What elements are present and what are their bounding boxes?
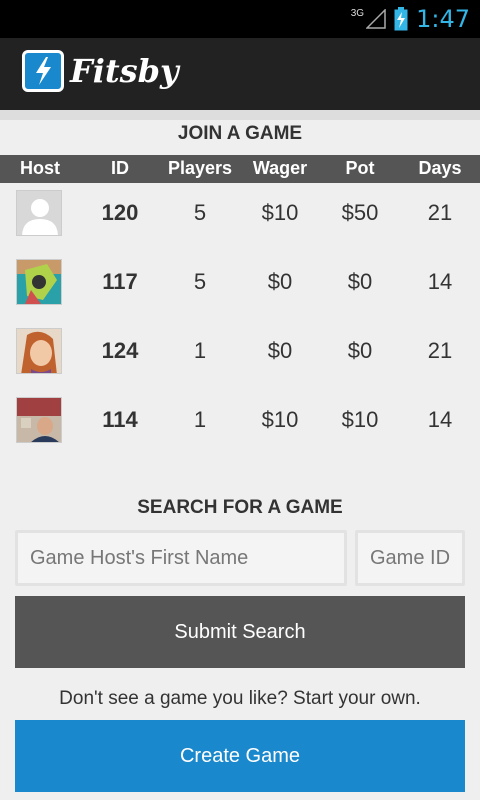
join-game-heading: JOIN A GAME bbox=[177, 123, 303, 144]
lightning-bolt-icon bbox=[36, 57, 51, 85]
create-game-button[interactable]: Create Game bbox=[15, 720, 465, 792]
app-title: Fitsby bbox=[70, 52, 179, 90]
game-players: 1 bbox=[193, 338, 207, 363]
game-row[interactable]: 114 1 $10 $10 14 bbox=[0, 397, 480, 459]
host-avatar-default bbox=[16, 190, 62, 236]
host-photo-image bbox=[17, 329, 61, 373]
battery-charging-icon bbox=[394, 7, 408, 31]
column-host: Host bbox=[20, 158, 60, 178]
game-pot: $0 bbox=[347, 338, 373, 363]
host-avatar-photo bbox=[16, 328, 62, 374]
game-wager: $10 bbox=[261, 200, 299, 225]
host-name-field-wrapper bbox=[15, 530, 347, 586]
column-wager: Wager bbox=[252, 158, 308, 178]
game-days: 21 bbox=[427, 338, 453, 363]
column-days: Days bbox=[418, 158, 462, 178]
header-divider bbox=[0, 110, 480, 120]
game-wager: $10 bbox=[261, 407, 299, 432]
game-wager: $0 bbox=[267, 269, 293, 294]
game-players: 5 bbox=[193, 200, 207, 225]
app-logo-icon[interactable] bbox=[22, 50, 64, 92]
game-id: 117 bbox=[102, 269, 138, 294]
host-avatar-photo bbox=[16, 259, 62, 305]
submit-search-button[interactable]: Submit Search bbox=[15, 596, 465, 668]
game-row[interactable]: 124 1 $0 $0 21 bbox=[0, 328, 480, 390]
search-game-heading: SEARCH FOR A GAME bbox=[137, 497, 343, 518]
column-pot: Pot bbox=[345, 158, 375, 178]
game-days: 14 bbox=[427, 269, 453, 294]
clock: 1:47 bbox=[416, 5, 470, 33]
create-game-prompt: Don't see a game you like? Start your ow… bbox=[59, 688, 421, 709]
game-wager: $0 bbox=[267, 338, 293, 363]
host-avatar-photo bbox=[16, 397, 62, 443]
game-id-input[interactable] bbox=[358, 533, 462, 583]
host-photo-image bbox=[17, 398, 61, 442]
host-name-input[interactable] bbox=[18, 533, 344, 583]
game-players: 5 bbox=[193, 269, 207, 294]
signal-indicator: 3G bbox=[350, 8, 386, 29]
game-row[interactable]: 117 5 $0 $0 14 bbox=[0, 259, 480, 321]
game-pot: $10 bbox=[341, 407, 379, 432]
default-user-icon bbox=[17, 191, 61, 235]
status-bar: 3G 1:47 bbox=[0, 0, 480, 38]
game-id: 114 bbox=[102, 407, 138, 432]
network-type: 3G bbox=[350, 8, 365, 19]
app-bar: Fitsby bbox=[0, 38, 480, 110]
games-table-header: Host ID Players Wager Pot Days bbox=[0, 155, 480, 183]
column-players: Players bbox=[167, 158, 233, 178]
game-id-field-wrapper bbox=[355, 530, 465, 586]
game-players: 1 bbox=[193, 407, 207, 432]
game-row[interactable]: 120 5 $10 $50 21 bbox=[0, 190, 480, 252]
game-pot: $50 bbox=[341, 200, 379, 225]
game-id: 124 bbox=[101, 338, 139, 363]
game-pot: $0 bbox=[347, 269, 373, 294]
column-id: ID bbox=[111, 158, 129, 178]
status-icons: 3G 1:47 bbox=[351, 5, 470, 33]
signal-icon bbox=[366, 9, 386, 29]
game-days: 21 bbox=[427, 200, 453, 225]
game-id: 120 bbox=[101, 200, 139, 225]
host-photo-image bbox=[17, 260, 61, 304]
game-days: 14 bbox=[427, 407, 453, 432]
